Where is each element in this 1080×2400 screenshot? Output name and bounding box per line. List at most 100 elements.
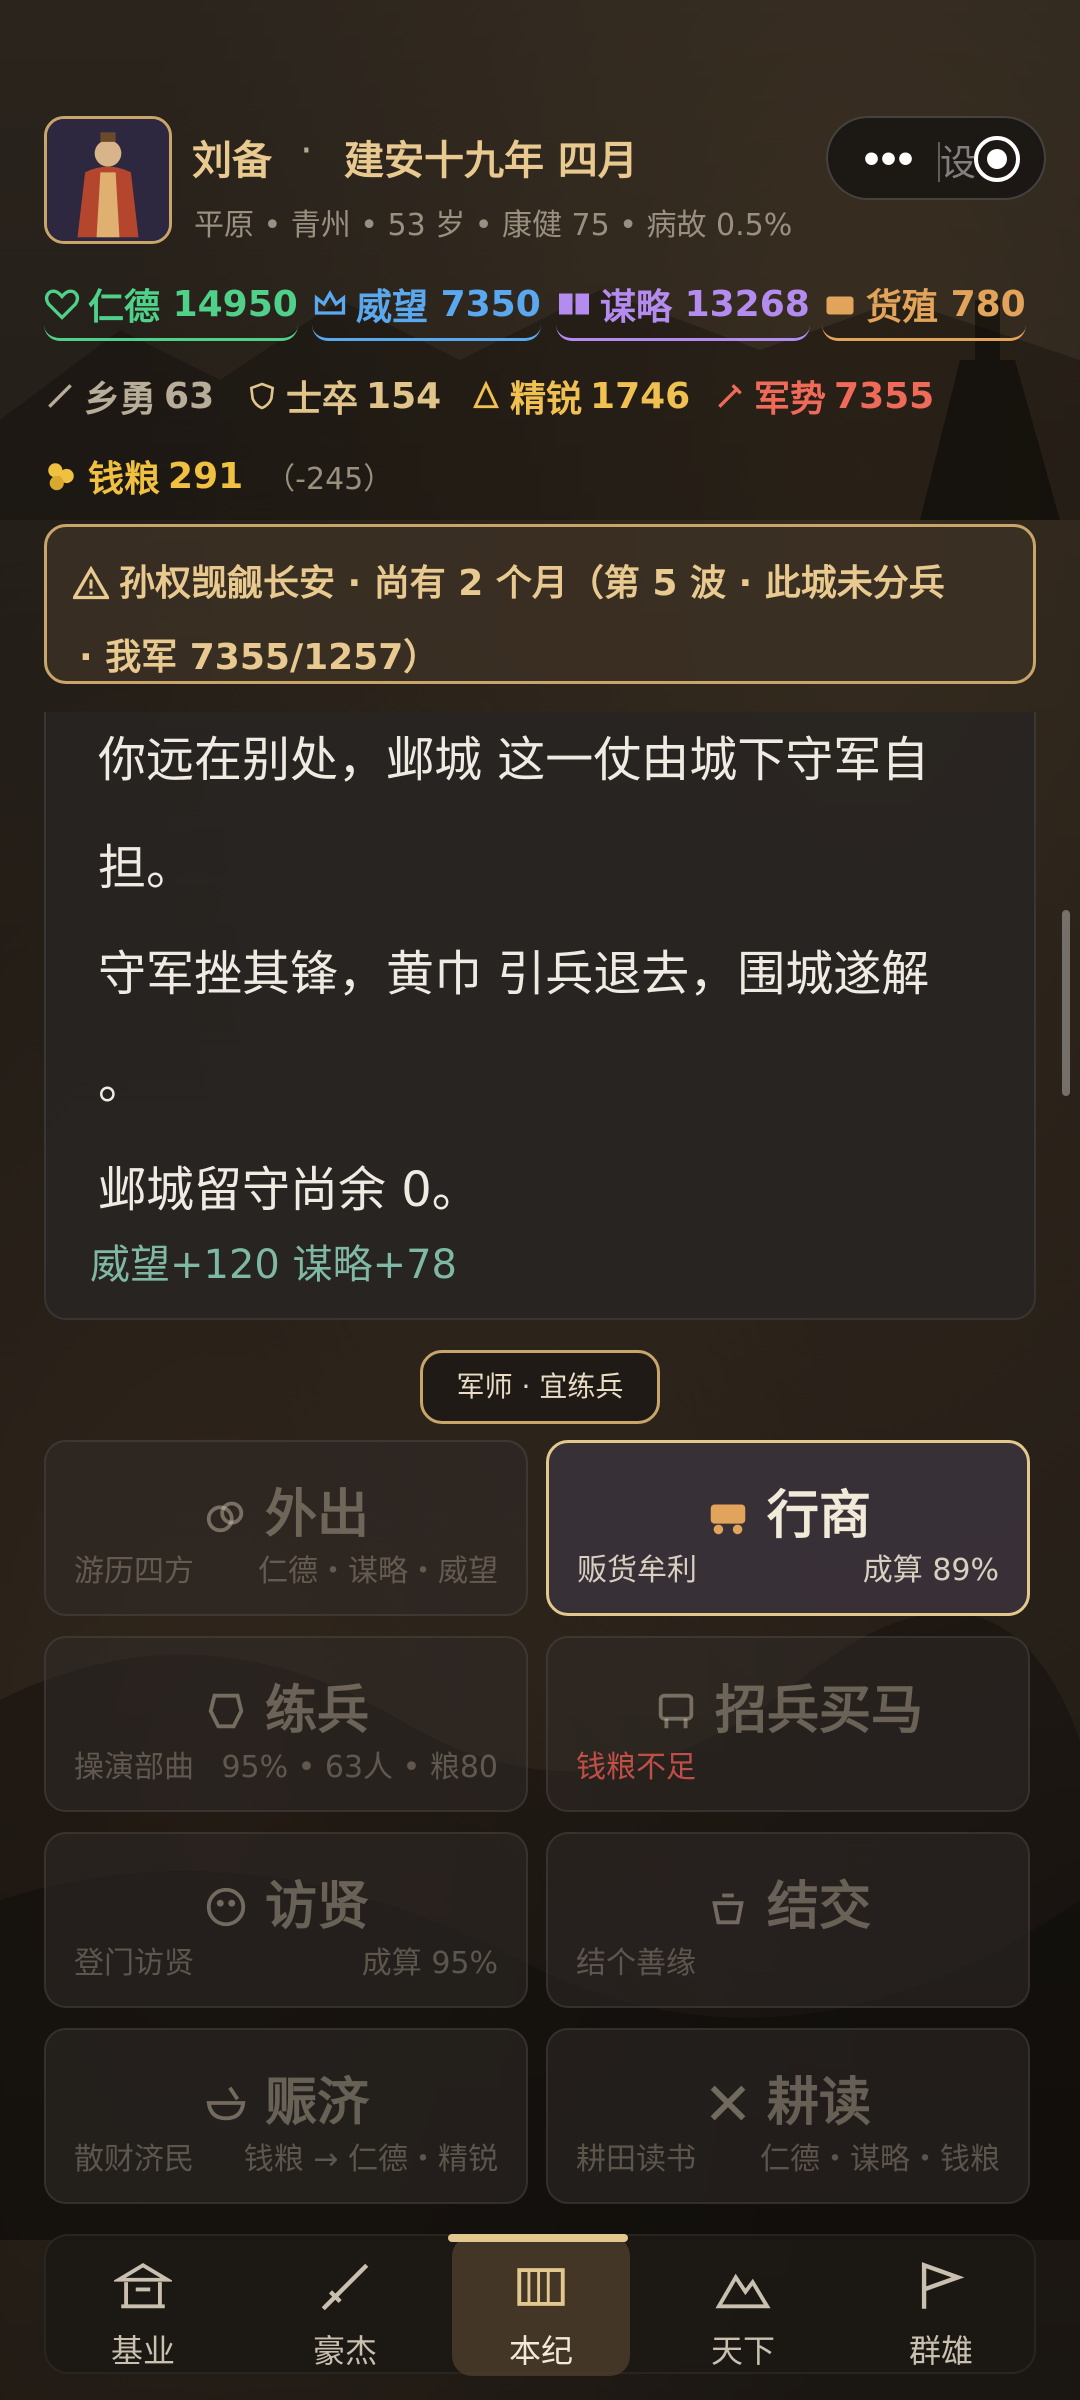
settings-partial-text: 设 bbox=[940, 143, 977, 184]
grain-delta: （-245） bbox=[265, 462, 394, 497]
more-icon[interactable]: ••• bbox=[860, 140, 917, 181]
action-title: 行商 bbox=[766, 1486, 871, 1546]
book-icon bbox=[559, 293, 589, 315]
story-line: 你远在别处，邺城 这一仗由城下守军自 bbox=[98, 732, 930, 788]
stat-label: 乡勇 bbox=[84, 379, 157, 420]
stat-value: 13268 bbox=[684, 283, 810, 325]
action-meta: 仁德・谋略・钱粮 bbox=[760, 2142, 1000, 2177]
story-line: 守军挫其锋，黄巾 引兵退去，围城遂解 bbox=[98, 946, 930, 1002]
close-miniprogram-icon[interactable] bbox=[974, 136, 1020, 182]
stat-label: 货殖 bbox=[866, 287, 939, 328]
scroll-icon bbox=[517, 2268, 565, 2306]
action-desc: 贩货牟利 bbox=[577, 1553, 697, 1588]
action-meta: 仁德・谋略・威望 bbox=[258, 1554, 498, 1589]
stat-rende: 仁德 14950 bbox=[44, 278, 298, 341]
action-desc: 耕田读书 bbox=[576, 2142, 696, 2177]
action-title: 外出 bbox=[264, 1485, 369, 1545]
action-fangxian[interactable]: 访贤 登门访贤 成算 95% bbox=[44, 1832, 528, 2008]
pot-icon bbox=[712, 1893, 744, 1925]
avatar[interactable] bbox=[44, 116, 172, 244]
bowl-icon bbox=[206, 2086, 246, 2121]
action-zhaobing[interactable]: 招兵买马 钱粮不足 bbox=[546, 1636, 1030, 1812]
action-desc: 结个善缘 bbox=[576, 1946, 696, 1981]
stat-label: 军势 bbox=[754, 379, 827, 420]
armor-icon bbox=[208, 1693, 244, 1729]
stat-grain: 钱粮 291 （-245） bbox=[44, 450, 393, 502]
stat-value: 154 bbox=[366, 375, 442, 417]
flag-icon bbox=[921, 2262, 965, 2309]
story-gain: 威望+120 谋略+78 bbox=[90, 1242, 457, 1288]
stat-value: 1746 bbox=[590, 375, 691, 417]
stat-value: 7350 bbox=[440, 283, 541, 325]
stat-value: 63 bbox=[164, 375, 215, 417]
stat-value: 780 bbox=[950, 283, 1026, 325]
separator-dot: · bbox=[300, 128, 313, 174]
action-title: 耕读 bbox=[766, 2073, 871, 2133]
stat-label: 谋略 bbox=[600, 287, 673, 328]
story-panel: 你远在别处，邺城 这一仗由城下守军自 担。 守军挫其锋，黄巾 引兵退去，围城遂解… bbox=[44, 712, 1036, 1320]
nav-haojie[interactable]: 豪杰 bbox=[256, 2236, 434, 2376]
advisor-tip[interactable]: 军师 · 宜练兵 bbox=[420, 1350, 660, 1424]
alert-line2: · 我军 7355/1257） bbox=[79, 637, 440, 678]
stat-xiangyong: 乡勇 63 bbox=[44, 370, 214, 422]
action-title: 访贤 bbox=[264, 1877, 369, 1937]
action-meta: 成算 89% bbox=[862, 1553, 999, 1588]
stat-huozhi: 货殖 780 bbox=[822, 278, 1026, 341]
stat-label: 士卒 bbox=[286, 379, 359, 420]
weapon-icon bbox=[718, 384, 742, 408]
helmet-icon bbox=[473, 380, 499, 409]
mountains-icon bbox=[715, 2273, 771, 2309]
mask-icon bbox=[206, 1887, 246, 1927]
action-xingshang[interactable]: 行商 贩货牟利 成算 89% bbox=[546, 1440, 1030, 1616]
bottom-nav: 基业 豪杰 本纪 天下 群雄 bbox=[44, 2234, 1036, 2376]
palace-icon bbox=[114, 2262, 172, 2309]
action-meta: 95% • 63人 • 粮80 bbox=[221, 1750, 498, 1785]
story-line: 邺城留守尚余 0。 bbox=[98, 1162, 480, 1218]
action-warning: 钱粮不足 bbox=[576, 1750, 696, 1785]
coins-icon bbox=[48, 463, 74, 491]
stat-moulue: 谋略 13268 bbox=[556, 278, 810, 341]
action-gengdu[interactable]: 耕读 耕田读书 仁德・谋略・钱粮 bbox=[546, 2028, 1030, 2204]
alert-line1: 孙权觊觎长安 · 尚有 2 个月（第 5 波 · 此城未分兵 bbox=[119, 563, 945, 604]
nav-label: 群雄 bbox=[908, 2332, 973, 2370]
action-jiejiao[interactable]: 结交 结个善缘 bbox=[546, 1832, 1030, 2008]
sword-icon bbox=[321, 2263, 369, 2311]
stat-value: 291 bbox=[168, 455, 244, 497]
nav-qunxiong[interactable]: 群雄 bbox=[852, 2236, 1030, 2376]
nav-jiye[interactable]: 基业 bbox=[54, 2236, 232, 2376]
stat-weiwang: 威望 7350 bbox=[312, 278, 541, 341]
action-meta: 成算 95% bbox=[361, 1946, 498, 1981]
character-info: 平原 • 青州 • 53 岁 • 康健 75 • 病故 0.5% bbox=[194, 208, 793, 243]
action-zhenji[interactable]: 赈济 散财济民 钱粮 → 仁德・精锐 bbox=[44, 2028, 528, 2204]
stat-label: 仁德 bbox=[88, 287, 161, 328]
tools-icon bbox=[710, 2085, 746, 2121]
action-desc: 散财济民 bbox=[74, 2142, 194, 2177]
scrollbar[interactable] bbox=[1062, 910, 1070, 1096]
horse-cart-icon bbox=[658, 1693, 694, 1729]
shield-icon bbox=[249, 382, 275, 410]
action-desc: 登门访贤 bbox=[74, 1946, 194, 1981]
action-title: 招兵买马 bbox=[714, 1681, 923, 1741]
stat-value: 7355 bbox=[834, 375, 935, 417]
stat-label: 威望 bbox=[356, 287, 429, 328]
stat-jingrui: 精锐 1746 bbox=[470, 370, 690, 422]
nav-label: 本纪 bbox=[508, 2332, 573, 2370]
nav-label: 天下 bbox=[710, 2332, 775, 2370]
heart-icon bbox=[44, 289, 80, 320]
chest-icon bbox=[826, 296, 854, 315]
story-line: 。 bbox=[98, 1054, 147, 1110]
action-waichu[interactable]: 外出 游历四方 仁德・谋略・威望 bbox=[44, 1440, 528, 1616]
cart-icon bbox=[710, 1504, 746, 1535]
action-title: 练兵 bbox=[264, 1681, 369, 1741]
nav-benji[interactable]: 本纪 bbox=[452, 2236, 630, 2376]
nav-tianxia[interactable]: 天下 bbox=[654, 2236, 832, 2376]
threat-alert[interactable]: 孙权觊觎长安 · 尚有 2 个月（第 5 波 · 此城未分兵 · 我军 7355… bbox=[44, 524, 1036, 684]
action-lianbing[interactable]: 练兵 操演部曲 95% • 63人 • 粮80 bbox=[44, 1636, 528, 1812]
stat-junshi: 军势 7355 bbox=[714, 370, 934, 422]
action-title: 赈济 bbox=[264, 2073, 369, 2133]
nav-label: 基业 bbox=[110, 2332, 175, 2370]
era-date: 建安十九年 四月 bbox=[344, 138, 638, 184]
action-title: 结交 bbox=[766, 1877, 871, 1937]
miniprogram-capsule: ••• 设 bbox=[826, 116, 1046, 200]
nav-label: 豪杰 bbox=[312, 2332, 377, 2370]
